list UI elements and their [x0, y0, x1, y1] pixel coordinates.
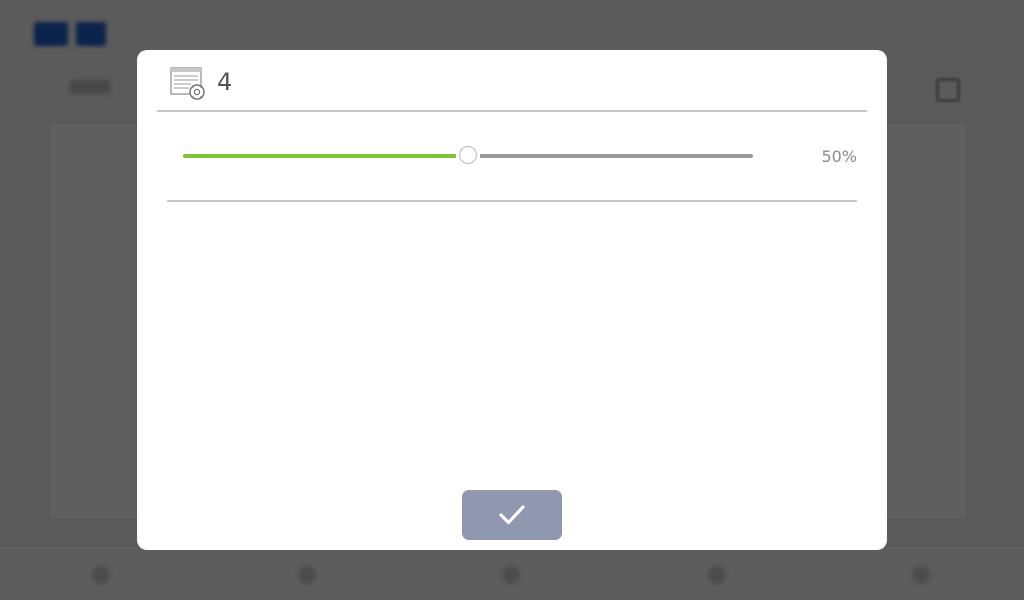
settings-dialog: 4 50%	[137, 50, 887, 550]
checkmark-icon	[499, 505, 525, 525]
dialog-title: 4	[217, 68, 233, 96]
slider-value-label: 50%	[821, 147, 857, 166]
display-settings-icon	[170, 67, 205, 100]
dialog-header: 4	[157, 50, 867, 112]
percentage-slider-row: 50%	[167, 134, 857, 180]
slider-thumb[interactable]	[459, 146, 477, 164]
slider-track[interactable]	[183, 146, 753, 164]
confirm-button[interactable]	[462, 490, 562, 540]
slider-fill	[183, 154, 456, 158]
divider	[167, 200, 857, 202]
